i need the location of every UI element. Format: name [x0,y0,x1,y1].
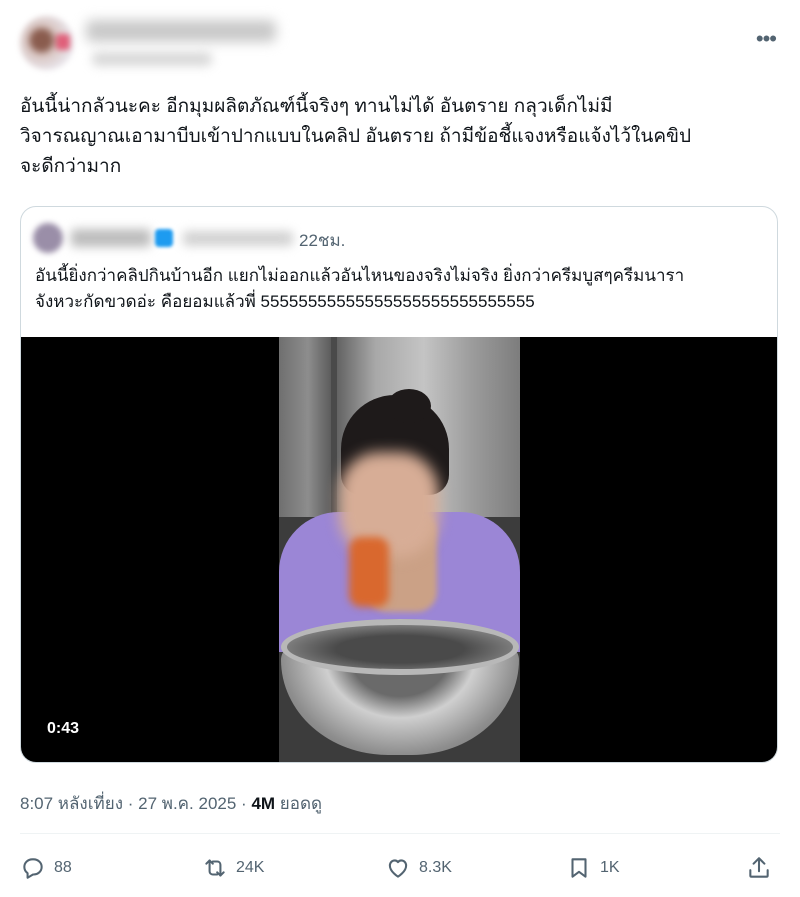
more-icon[interactable]: ••• [756,26,777,52]
quoted-post-header: 22ชม. [33,223,733,253]
view-label: ยอดดู [275,794,323,813]
post-text: อันนี้น่ากลัวนะคะ อีกมุมผลิตภัณฑ์นี้จริง… [20,96,692,177]
quoted-post-text: อันนี้ยิ่งกว่าคลิปกินบ้านอีก แยกไม่ออกแล… [35,266,685,311]
author-handle-blurred[interactable] [92,52,212,66]
author-name-blurred[interactable] [86,20,276,42]
like-button[interactable]: 8.3K [385,850,452,886]
post-meta: 8:07 หลังเที่ยง · 27 พ.ค. 2025 · 4M ยอดด… [20,790,322,817]
video-bg-detail [331,337,337,537]
video-bowl-rim [281,619,519,675]
view-count: 4M [251,794,276,813]
quoted-avatar[interactable] [33,223,63,253]
video-thumbnail [279,337,520,762]
quoted-author-handle-blurred [183,231,293,246]
reply-icon [23,858,43,879]
share-button[interactable] [746,850,772,886]
repost-count: 24K [236,859,265,876]
like-count: 8.3K [419,859,452,876]
like-icon [388,859,408,878]
post-author-row: ••• [20,14,780,74]
quoted-post-time[interactable]: 22ชม. [299,227,345,254]
video-player[interactable]: 0:43 [21,337,777,762]
action-bar: 88 24K 8.3K 1K [20,850,780,886]
video-duration: 0:43 [47,720,80,737]
video-person-bun [387,389,431,423]
reply-count: 88 [54,859,72,876]
repost-icon [205,859,225,877]
post-timestamp[interactable]: 8:07 หลังเที่ยง · 27 พ.ค. 2025 · [20,794,251,813]
quoted-author-name-blurred[interactable] [71,229,151,247]
bookmark-icon [571,858,587,878]
video-food-item [349,537,389,607]
bookmark-button[interactable]: 1K [566,850,620,886]
quoted-post[interactable]: 22ชม. อันนี้ยิ่งกว่าคลิปกินบ้านอีก แยกไม… [20,206,778,763]
repost-button[interactable]: 24K [202,850,264,886]
share-icon [749,857,769,878]
divider [20,833,780,834]
verified-badge-icon [155,229,173,247]
avatar[interactable] [20,16,74,70]
bookmark-count: 1K [600,859,620,876]
reply-button[interactable]: 88 [20,850,72,886]
